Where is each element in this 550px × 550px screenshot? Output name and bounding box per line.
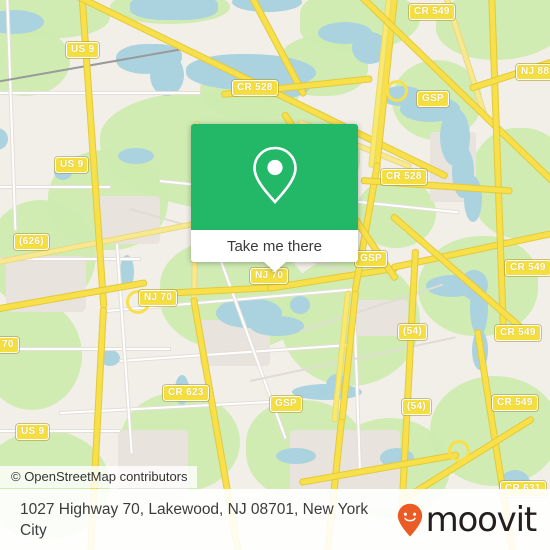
road-shield: CR 528 [381, 169, 427, 185]
road-shield: CR 549 [495, 325, 541, 341]
road-shield: (54) [402, 399, 431, 415]
map-roundabout [448, 440, 470, 462]
road-shield: US 9 [55, 157, 89, 173]
road-shield: CR 623 [163, 385, 209, 401]
map-screenshot: CR 549 US 9 NJ 88 CR 528 GSP US 9 CR 528… [0, 0, 550, 550]
address-footer: 1027 Highway 70, Lakewood, NJ 08701, New… [0, 489, 550, 550]
map-water-body [118, 148, 154, 164]
road-shield: CR 528 [232, 80, 278, 96]
map-roundabout [386, 80, 408, 102]
destination-popup[interactable]: Take me there [191, 124, 358, 272]
osm-attribution[interactable]: © OpenStreetMap contributors [0, 466, 197, 488]
popup-header [191, 124, 358, 230]
road-shield: CR 549 [492, 395, 538, 411]
map-road-minor [0, 348, 170, 350]
road-shield: NJ 70 [139, 290, 178, 306]
road-shield: CR 549 [505, 260, 550, 276]
map-water-body [464, 176, 482, 222]
road-shield: GSP [270, 396, 303, 412]
popup-footer[interactable]: Take me there [191, 230, 358, 272]
map-water-body [130, 0, 218, 20]
road-shield: (626) [14, 234, 49, 250]
popup-tail [263, 262, 286, 272]
map-water-body [276, 448, 316, 464]
map-pin-icon [250, 144, 300, 211]
road-shield: NJ 88 [516, 64, 550, 80]
address-text: 1027 Highway 70, Lakewood, NJ 08701, New… [20, 500, 369, 539]
take-me-there-button[interactable]: Take me there [227, 238, 322, 255]
road-shield: 70 [0, 337, 19, 353]
map-water-body [150, 54, 184, 96]
road-shield: GSP [355, 251, 388, 267]
moovit-logo[interactable]: moovit [397, 499, 538, 540]
road-shield: US 9 [66, 42, 100, 58]
road-shield: US 9 [16, 424, 50, 440]
map-water-body [250, 316, 304, 336]
road-shield: CR 549 [409, 4, 455, 20]
map-road-minor [0, 92, 200, 94]
moovit-wordmark: moovit [425, 499, 538, 540]
moovit-pin-icon [397, 503, 423, 537]
road-shield: (54) [398, 324, 427, 340]
road-shield: GSP [417, 91, 450, 107]
map-water-body [290, 296, 310, 314]
